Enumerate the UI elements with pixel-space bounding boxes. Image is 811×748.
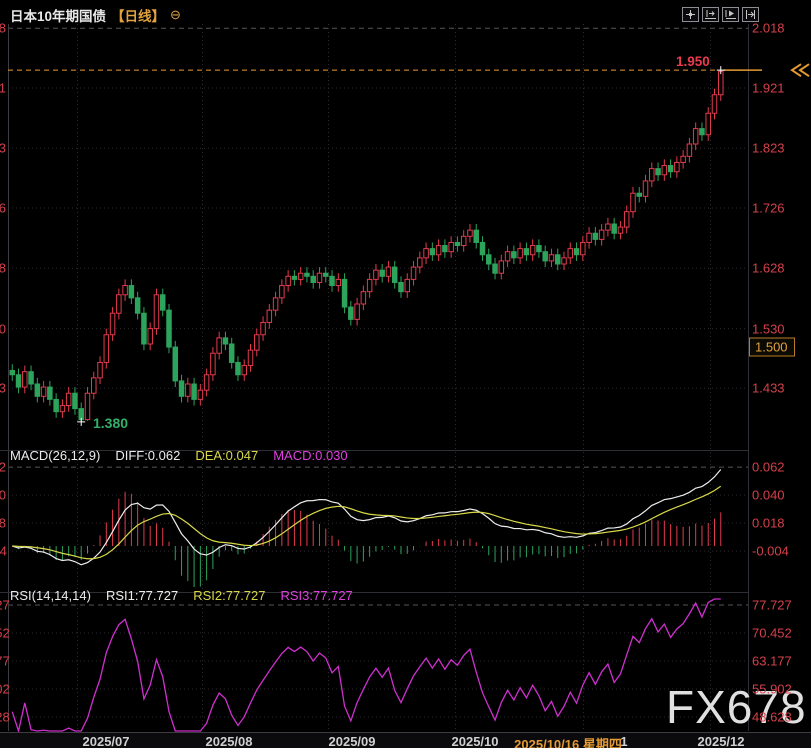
rsi-indicator-row: RSI(14,14,14) RSI1:77.727 RSI2:77.727 RS… (10, 588, 353, 603)
time-axis-label: 2025/07 (83, 734, 130, 748)
timeframe-tag: 【日线】 (111, 5, 165, 25)
y-axis-label-left-clipped: 0.040 (0, 489, 6, 502)
y-axis-label-left-clipped: 2.018 (0, 22, 6, 35)
go-to-latest-icon[interactable] (742, 7, 759, 22)
y-axis-label: 0.062 (752, 461, 785, 474)
y-axis-label: 1.921 (752, 82, 785, 95)
y-axis-label: 1.530 (752, 322, 785, 335)
y-axis-label-left-clipped: 0.018 (0, 517, 6, 530)
zoom-reset-icon[interactable] (682, 7, 699, 22)
macd-hist-value: MACD:0.030 (273, 448, 347, 463)
y-axis-label-left-clipped: 55.902 (0, 683, 6, 696)
instrument-name: 日本10年期国债 (10, 5, 106, 25)
time-axis-label: 2025/09 (329, 734, 376, 748)
alert-price-label[interactable]: 1.500 (749, 338, 795, 357)
price-chart-canvas[interactable] (0, 0, 811, 748)
y-axis-label-left-clipped: 63.177 (0, 655, 6, 668)
time-axis-crosshair-date: 2025/10/16 星期四 (514, 734, 622, 748)
y-axis-label: 1.628 (752, 262, 785, 275)
time-axis-label: 2025/12 (698, 734, 745, 748)
y-axis-label-left-clipped: 0.062 (0, 461, 6, 474)
y-axis-label-left-clipped: 77.727 (0, 599, 6, 612)
macd-indicator-row: MACD(26,12,9) DIFF:0.062 DEA:0.047 MACD:… (10, 448, 348, 463)
macd-title: MACD(26,12,9) (10, 448, 100, 463)
y-axis-label: 1.726 (752, 201, 785, 214)
collapse-pane-icon[interactable]: ⊖ (170, 7, 181, 23)
time-axis[interactable]: 2025/07 2025/08 2025/09 2025/10 2025/10/16 星… (0, 732, 811, 748)
y-axis-label-left-clipped: 48.628 (0, 711, 6, 724)
chart-title: 日本10年期国债 【日线】 ⊖ (10, 5, 181, 25)
time-axis-label: 2025/10 (452, 734, 499, 748)
y-axis-label-left-clipped: 1.823 (0, 142, 6, 155)
macd-diff-value: DIFF:0.062 (115, 448, 180, 463)
y-axis-label-left-clipped: 1.628 (0, 262, 6, 275)
rsi1-value: RSI1:77.727 (106, 588, 178, 603)
y-axis-label: 63.177 (752, 655, 792, 668)
x-axis-scale-icon[interactable] (702, 7, 719, 22)
y-axis-label: 70.452 (752, 627, 792, 640)
y-axis-label-left-clipped: 1.726 (0, 201, 6, 214)
y-axis-label-left-clipped: 1.530 (0, 322, 6, 335)
rsi-title: RSI(14,14,14) (10, 588, 91, 603)
y-axis-label-left-clipped: 70.452 (0, 627, 6, 640)
rsi3-value: RSI3:77.727 (281, 588, 353, 603)
y-axis-label: 0.040 (752, 489, 785, 502)
macd-dea-value: DEA:0.047 (195, 448, 258, 463)
y-axis-label: 48.628 (752, 711, 792, 724)
y-axis-label-left-clipped: -0.004 (0, 545, 6, 558)
time-axis-label: 1 (620, 734, 627, 748)
lowest-price-label: 1.380 (93, 415, 128, 431)
y-axis-label: 77.727 (752, 599, 792, 612)
auto-scroll-icon[interactable] (722, 7, 739, 22)
time-axis-label: 2025/08 (206, 734, 253, 748)
y-axis-label: -0.004 (752, 545, 789, 558)
y-axis-label: 55.902 (752, 683, 792, 696)
y-axis-label-left-clipped: 1.433 (0, 382, 6, 395)
highest-price-label: 1.950 (676, 54, 710, 69)
y-axis-label: 2.018 (752, 22, 785, 35)
rsi2-value: RSI2:77.727 (193, 588, 265, 603)
chart-stage: 日本10年期国债 【日线】 ⊖ 1.950 1.380 1.500 MACD(2… (0, 0, 811, 748)
y-axis-label: 0.018 (752, 517, 785, 530)
y-axis-label: 1.433 (752, 382, 785, 395)
chart-toolbar (682, 7, 759, 22)
y-axis-label-left-clipped: 1.921 (0, 82, 6, 95)
y-axis-label: 1.823 (752, 142, 785, 155)
